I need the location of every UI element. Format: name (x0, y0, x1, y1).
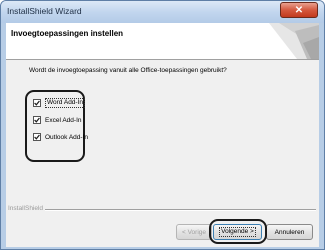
word-add-in-label: Word Add-In (45, 98, 86, 108)
header-panel: Invoegtoepassingen instellen (6, 23, 319, 60)
installer-window: InstallShield Wizard ✕ Invoegtoepassinge… (0, 0, 325, 250)
excel-add-in-checkbox[interactable] (33, 116, 41, 124)
option-outlook-add-in[interactable]: Outlook Add-In (33, 132, 88, 142)
dialog-body: Invoegtoepassingen instellen Wordt de in… (6, 23, 319, 247)
page-title: Invoegtoepassingen instellen (11, 29, 124, 38)
footer-divider (32, 209, 316, 211)
checkmark-icon (34, 100, 40, 106)
next-button[interactable]: Volgende > (213, 224, 262, 240)
back-button[interactable]: < Vorige (176, 224, 212, 240)
outlook-add-in-label: Outlook Add-In (45, 133, 88, 141)
outlook-add-in-checkbox[interactable] (33, 133, 41, 141)
installshield-graphic (269, 23, 319, 59)
add-in-options: Word Add-In Excel Add-In Outlook Add-In (25, 90, 88, 162)
window-title: InstallShield Wizard (7, 6, 82, 16)
word-add-in-checkbox[interactable] (33, 99, 41, 107)
close-button[interactable]: ✕ (280, 2, 318, 18)
title-bar[interactable]: InstallShield Wizard ✕ (1, 1, 324, 23)
close-icon: ✕ (294, 4, 304, 16)
excel-add-in-label: Excel Add-In (45, 116, 82, 124)
option-excel-add-in[interactable]: Excel Add-In (33, 115, 82, 125)
checkmark-icon (34, 117, 40, 123)
option-word-add-in[interactable]: Word Add-In (33, 98, 86, 108)
cancel-button[interactable]: Annuleren (266, 224, 313, 240)
next-button-label: Volgende > (219, 227, 256, 237)
installshield-brand: InstallShield (8, 205, 46, 212)
question-text: Wordt de invoegtoepassing vanuit alle Of… (29, 67, 227, 74)
checkmark-icon (34, 134, 40, 140)
